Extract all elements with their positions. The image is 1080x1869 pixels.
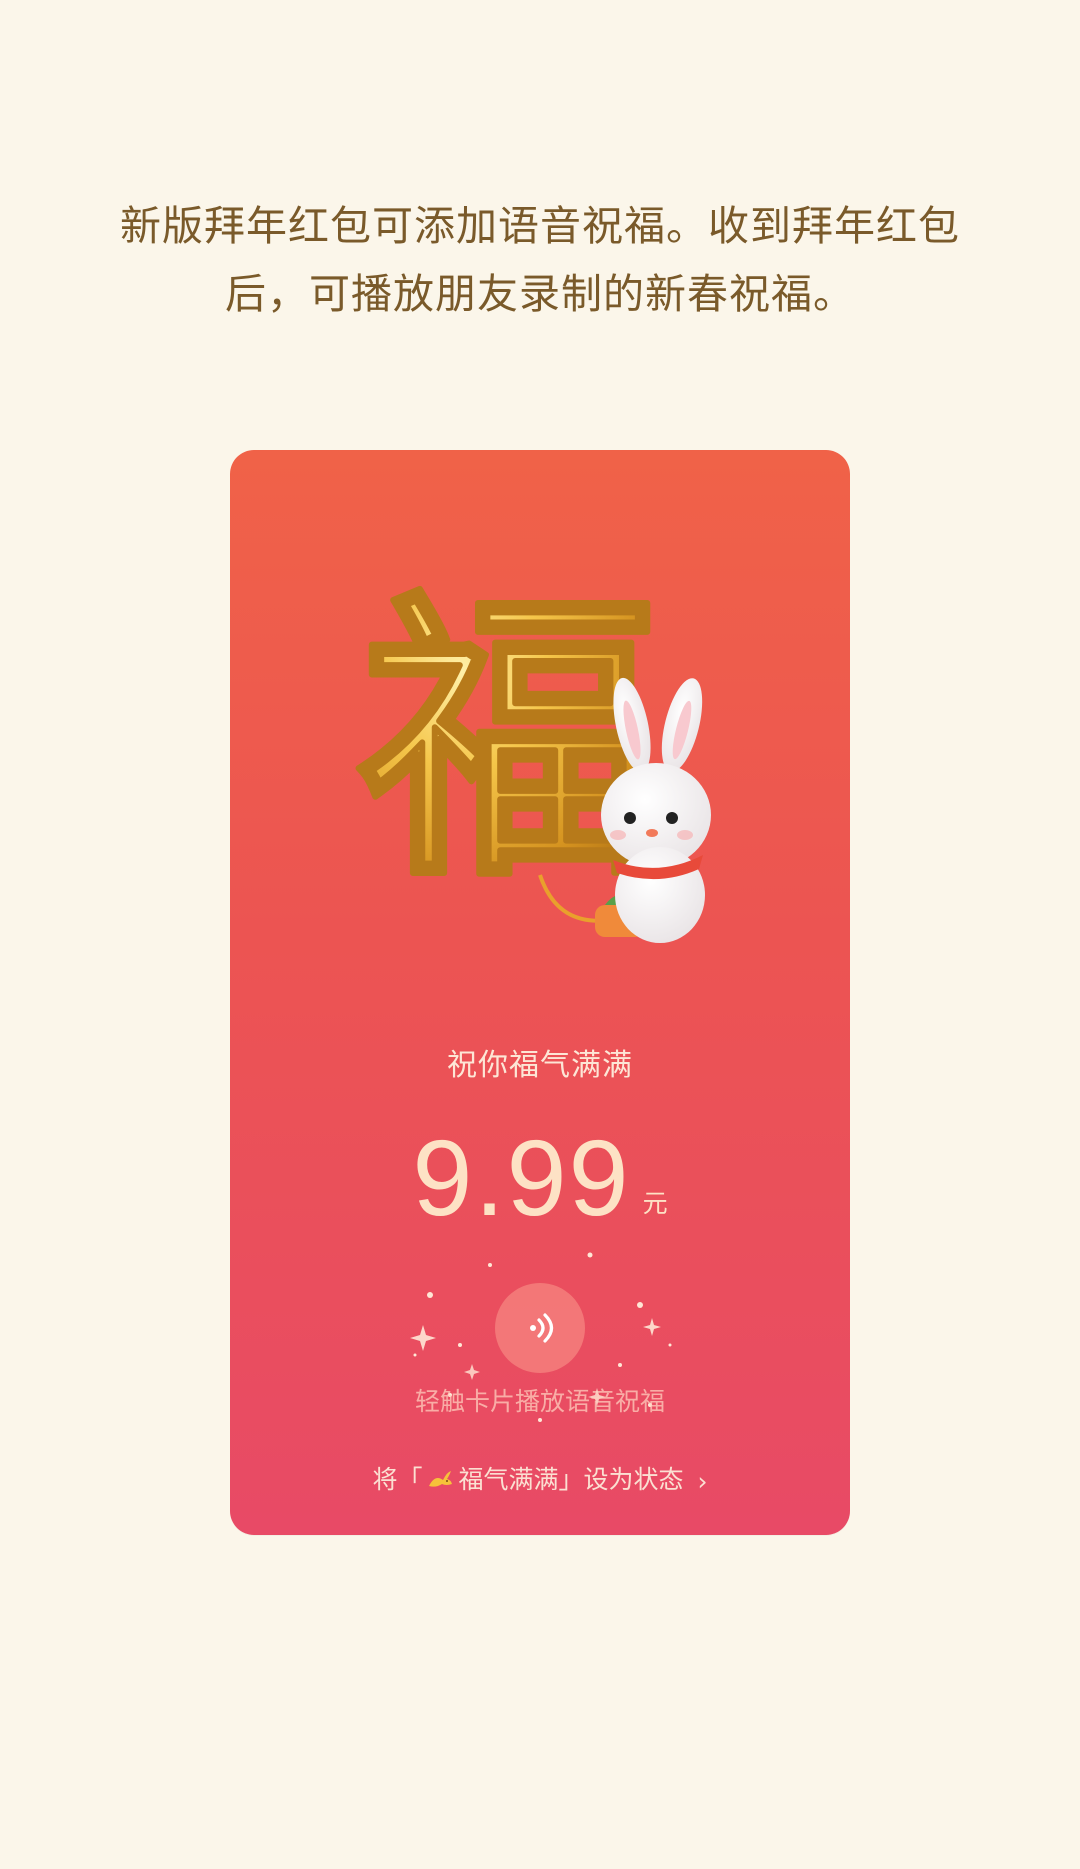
status-prefix: 将「: [372, 1465, 423, 1494]
amount-row: 9.99 元: [230, 1112, 850, 1232]
amount-value: 9.99: [412, 1117, 631, 1238]
intro-line-1: 新版拜年红包可添加语音祝福。收到拜年红包: [120, 202, 960, 250]
status-suffix: 」设为状态: [558, 1465, 684, 1494]
voice-wave-icon: [530, 1313, 554, 1343]
fu-balloon-rabbit-illustration: 福: [352, 575, 711, 943]
greeting-text: 祝你福气满满: [447, 1048, 633, 1083]
intro-text: 新版拜年红包可添加语音祝福。收到拜年红包 后，可播放朋友录制的新春祝福。: [70, 192, 1010, 328]
rabbit-icon: [429, 1471, 453, 1487]
set-status-link[interactable]: 将「 福气满满」设为状态 ›: [230, 1460, 850, 1496]
amount-unit: 元: [642, 1189, 668, 1218]
tap-hint-text: 轻触卡片播放语音祝福: [414, 1387, 665, 1416]
chevron-right-icon: ›: [697, 1467, 708, 1496]
status-label: 福气满满: [458, 1465, 559, 1494]
red-envelope-card[interactable]: 福 祝你福气满满 9.99 元 轻触卡片播放语音祝福 将「 福气满满」设为状态 …: [230, 450, 850, 1535]
play-voice-button[interactable]: [495, 1283, 585, 1373]
fu-character: 福: [355, 575, 660, 916]
intro-line-2: 后，可播放朋友录制的新春祝福。: [225, 270, 855, 318]
